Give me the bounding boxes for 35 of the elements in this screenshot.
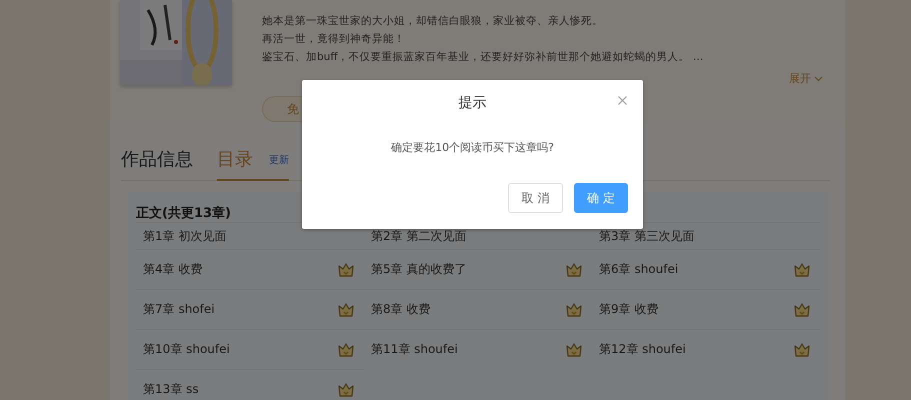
- chapter-item[interactable]: 第9章 收费: [592, 289, 820, 329]
- chapter-item[interactable]: 第10章 shoufei: [136, 329, 364, 369]
- section-title: 正文(共更13章): [136, 204, 231, 222]
- chapter-item[interactable]: 第6章 shoufei: [592, 249, 820, 289]
- chapter-item[interactable]: 第13章 ss: [136, 369, 364, 400]
- chapter-item[interactable]: 第7章 shofei: [136, 289, 364, 329]
- tab[interactable]: 作品信息: [121, 147, 193, 181]
- expand-link[interactable]: 展开: [789, 71, 823, 86]
- chapter-item[interactable]: 第4章 收费: [136, 249, 364, 289]
- crown-icon: [794, 342, 810, 356]
- dialog-message: 确定要花10个阅读币买下这章吗?: [391, 140, 554, 155]
- cancel-button[interactable]: 取 消: [508, 183, 563, 213]
- tab[interactable]: 目录 更新: [217, 147, 289, 181]
- crown-icon: [338, 302, 354, 316]
- crown-icon: [338, 262, 354, 276]
- update-note: 更新: [269, 154, 289, 168]
- tab-label: 目录: [217, 148, 253, 171]
- description-line: 鉴宝石、加buff，不仅要重振蓝家百年基业，还要好好弥补前世那个她避如蛇蝎的男人。 …: [262, 50, 704, 65]
- crown-icon: [794, 302, 810, 316]
- crown-icon: [566, 302, 582, 316]
- chapter-item[interactable]: 第5章 真的收费了: [364, 249, 592, 289]
- chapter-item[interactable]: 第11章 shoufei: [364, 329, 592, 369]
- crown-icon: [794, 262, 810, 276]
- description-line: 再活一世，竟得到神奇异能！: [262, 32, 406, 47]
- chevron-down-icon: [814, 76, 823, 82]
- crown-icon: [338, 342, 354, 356]
- chapter-item[interactable]: 第8章 收费: [364, 289, 592, 329]
- close-icon[interactable]: [618, 96, 627, 105]
- confirm-button[interactable]: 确 定: [574, 183, 628, 213]
- crown-icon: [566, 342, 582, 356]
- crown-icon: [338, 382, 354, 396]
- crown-icon: [566, 262, 582, 276]
- description-line: 她本是第一珠宝世家的大小姐，却错信白眼狼，家业被夺、亲人惨死。: [262, 14, 604, 29]
- chapter-item[interactable]: 第12章 shoufei: [592, 329, 820, 369]
- dialog-title: 提示: [458, 94, 486, 112]
